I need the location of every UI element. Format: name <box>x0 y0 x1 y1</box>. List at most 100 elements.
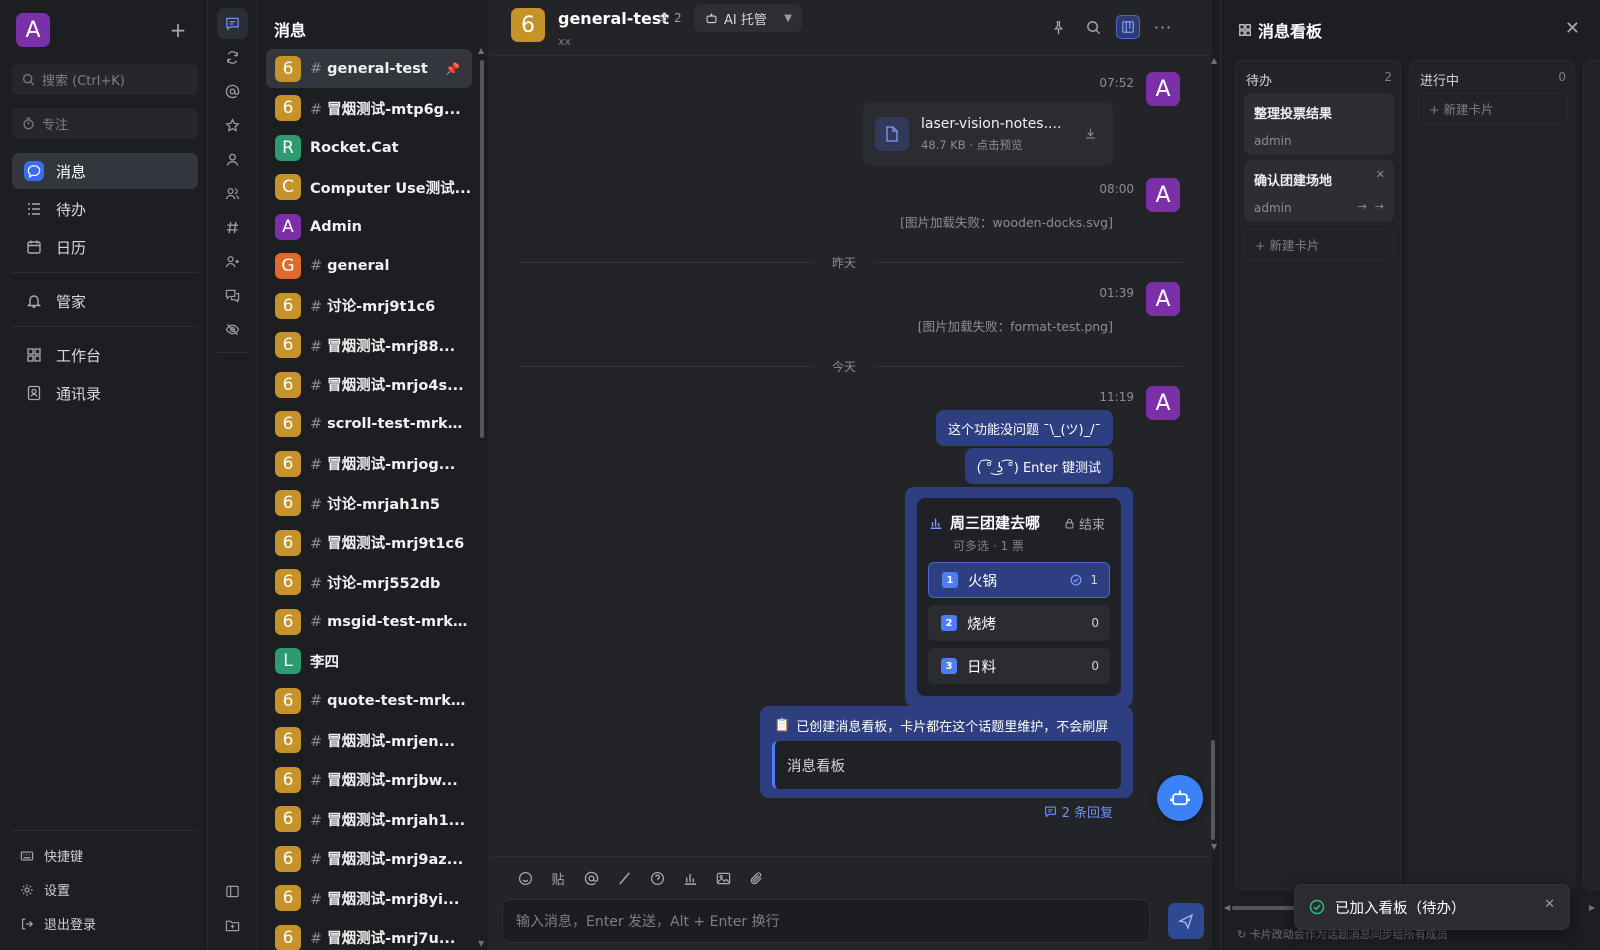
avatar[interactable]: A <box>1146 282 1180 316</box>
board-toggle-button[interactable] <box>1116 15 1140 39</box>
slash-command-icon[interactable] <box>615 869 633 887</box>
conversation-item[interactable]: 6 # 冒烟测试-mrjog... <box>266 444 472 483</box>
download-icon[interactable] <box>1084 127 1097 144</box>
search-input[interactable]: 搜索 (Ctrl+K) <box>12 64 198 95</box>
rail-all-messages[interactable] <box>217 8 248 39</box>
conversation-item[interactable]: 6 # 冒烟测试-mrj7u... <box>266 918 472 950</box>
conversation-name-text: 讨论-mrj9t1c6 <box>327 299 436 315</box>
chat-scroll-up-arrow[interactable]: ▲ <box>1211 56 1217 65</box>
message-bubble[interactable]: 这个功能没问题 ¯\_(ツ)_/¯ <box>935 410 1113 446</box>
conversation-item[interactable]: C Computer Use测试... <box>266 168 472 207</box>
conversation-item[interactable]: 6 # 讨论-mrj9t1c6 <box>266 286 472 325</box>
shortcuts-button[interactable]: 快捷键 <box>20 846 83 865</box>
conversation-item[interactable]: 6 # 冒烟测试-mrj8yi... <box>266 879 472 918</box>
user-avatar[interactable]: A <box>16 13 50 47</box>
avatar[interactable]: A <box>1146 72 1180 106</box>
board-quote[interactable]: 消息看板 <box>772 741 1121 789</box>
thread-replies-link[interactable]: 2 条回复 <box>1044 802 1113 821</box>
rail-collapse[interactable] <box>217 876 248 907</box>
scroll-up-arrow[interactable]: ▲ <box>478 46 484 55</box>
conversation-item[interactable]: 6 # 冒烟测试-mtp6g... <box>266 89 472 128</box>
conversation-item[interactable]: L 李四 <box>266 642 472 681</box>
new-card-button[interactable]: + 新建卡片 <box>1244 229 1394 260</box>
search-button[interactable] <box>1081 15 1105 39</box>
conversation-item[interactable]: 6 # 讨论-mrj552db <box>266 563 472 602</box>
conversation-item[interactable]: 6 # 冒烟测试-mrj9az... <box>266 839 472 878</box>
member-count[interactable]: 2 <box>658 11 682 25</box>
avatar[interactable]: A <box>1146 386 1180 420</box>
assistant-bot-button[interactable] <box>1157 775 1203 821</box>
conversation-item[interactable]: 6 # 讨论-mrjah1n5 <box>266 484 472 523</box>
avatar[interactable]: A <box>1146 178 1180 212</box>
nav-item-contacts[interactable]: 通讯录 <box>12 375 198 411</box>
new-card-button[interactable]: + 新建卡片 <box>1418 93 1568 124</box>
close-icon[interactable]: ✕ <box>1565 18 1580 39</box>
toast-close-icon[interactable]: ✕ <box>1544 897 1555 912</box>
file-attachment[interactable]: laser-vision-notes.... 48.7 KB · 点击预览 <box>863 102 1113 166</box>
nav-item-messages[interactable]: 消息 <box>12 153 198 189</box>
conversation-item[interactable]: 6 # 冒烟测试-mrj9t1c6 <box>266 523 472 562</box>
conversation-item[interactable]: 6 # 冒烟测试-mrjbw... <box>266 760 472 799</box>
conversation-item[interactable]: 6 # 冒烟测试-mrjen... <box>266 721 472 760</box>
nav-item-todo[interactable]: 待办 <box>12 191 198 227</box>
rail-folder[interactable] <box>217 910 248 941</box>
more-button[interactable]: ··· <box>1151 15 1175 39</box>
nav-item-butler[interactable]: 管家 <box>12 283 198 319</box>
board-card[interactable]: 整理投票结果 admin <box>1244 93 1394 155</box>
channel-title[interactable]: general-test <box>558 9 669 28</box>
rail-teams[interactable] <box>217 246 248 277</box>
mention-icon[interactable] <box>582 869 600 887</box>
scroll-down-arrow[interactable]: ▼ <box>478 939 484 948</box>
conversation-item[interactable]: A Admin <box>266 207 472 246</box>
rail-discussions[interactable] <box>217 280 248 311</box>
conversation-item[interactable]: 6 # general-test 📌 <box>266 49 472 88</box>
board-scroll-right-arrow[interactable]: ▶ <box>1589 903 1595 912</box>
poll-option[interactable]: 1 火锅 1 <box>928 562 1110 598</box>
rail-channels[interactable] <box>217 212 248 243</box>
poll-end-button[interactable]: 结束 <box>1064 514 1105 533</box>
conversation-item[interactable]: 6 # quote-test-mrkd... <box>266 681 472 720</box>
conversation-item[interactable]: 6 # 冒烟测试-mrjo4s... <box>266 365 472 404</box>
conversation-item[interactable]: 6 # msgid-test-mrki... <box>266 602 472 641</box>
attachment-icon[interactable] <box>747 869 765 887</box>
board-card[interactable]: 确认团建场地 admin ✕ → → <box>1244 160 1394 222</box>
message-bubble[interactable]: ( ͡° ͜ʖ ͡°) Enter 键测试 <box>964 448 1113 484</box>
chat-scroll-down-arrow[interactable]: ▼ <box>1211 842 1217 851</box>
rail-sync[interactable] <box>217 42 248 73</box>
poll-option[interactable]: 2 烧烤 0 <box>928 605 1110 641</box>
ai-managed-dropdown[interactable]: AI 托管 ▼ <box>694 4 802 32</box>
rail-starred[interactable] <box>217 110 248 141</box>
conversation-item[interactable]: 6 # 冒烟测试-mrjah1... <box>266 800 472 839</box>
poll-option[interactable]: 3 日料 0 <box>928 648 1110 684</box>
move-next-icon[interactable]: → <box>1375 200 1384 213</box>
poll-icon[interactable] <box>681 869 699 887</box>
board-scroll-left-arrow[interactable]: ◀ <box>1224 903 1230 912</box>
conversation-item[interactable]: 6 # 冒烟测试-mrj88... <box>266 326 472 365</box>
conversation-item[interactable]: R Rocket.Cat <box>266 128 472 167</box>
nav-item-calendar[interactable]: 日历 <box>12 229 198 265</box>
emoji-icon[interactable] <box>516 869 534 887</box>
rail-mentions[interactable] <box>217 76 248 107</box>
rail-groups[interactable] <box>217 178 248 209</box>
logout-button[interactable]: 退出登录 <box>20 914 96 933</box>
message-input[interactable]: 输入消息，Enter 发送，Alt + Enter 换行 <box>502 899 1150 943</box>
paste-button[interactable]: 贴 <box>549 869 567 888</box>
rail-direct[interactable] <box>217 144 248 175</box>
conversation-name-text: scroll-test-mrkd... <box>327 416 472 432</box>
conversation-item[interactable]: G # general <box>266 247 472 286</box>
send-button[interactable] <box>1168 903 1204 939</box>
chat-scrollbar[interactable] <box>1211 740 1215 840</box>
pin-button[interactable] <box>1046 15 1070 39</box>
conversation-item[interactable]: 6 # scroll-test-mrkd... <box>266 405 472 444</box>
nav-item-workbench[interactable]: 工作台 <box>12 337 198 373</box>
help-icon[interactable] <box>648 869 666 887</box>
plus-icon[interactable]: + <box>168 20 188 40</box>
focus-button[interactable]: 专注 <box>12 108 198 139</box>
settings-button[interactable]: 设置 <box>20 880 70 899</box>
conversation-list-scrollbar[interactable] <box>480 60 484 438</box>
board-horizontal-scrollbar[interactable] <box>1232 906 1294 910</box>
move-right-icon[interactable]: → <box>1358 200 1367 213</box>
rail-hidden[interactable] <box>217 314 248 345</box>
image-icon[interactable] <box>714 869 732 887</box>
card-delete-icon[interactable]: ✕ <box>1376 168 1385 181</box>
